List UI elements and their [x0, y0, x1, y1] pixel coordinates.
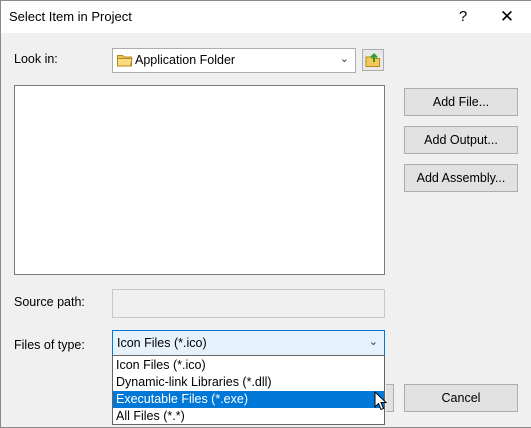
mouse-pointer-icon — [374, 391, 388, 411]
files-of-type-combobox[interactable]: Icon Files (*.ico) ⌄ — [112, 330, 385, 356]
files-of-type-value: Icon Files (*.ico) — [117, 336, 207, 350]
look-in-combobox[interactable]: Application Folder ⌄ — [112, 48, 356, 73]
cancel-button[interactable]: Cancel — [404, 384, 518, 412]
window-title: Select Item in Project — [9, 9, 132, 24]
help-button[interactable]: ? — [443, 3, 483, 31]
add-file-button[interactable]: Add File... — [404, 88, 518, 116]
source-path-field[interactable] — [112, 289, 385, 318]
add-output-button[interactable]: Add Output... — [404, 126, 518, 154]
up-folder-button[interactable] — [362, 49, 384, 71]
up-folder-icon — [365, 53, 380, 67]
title-bar: Select Item in Project ? ✕ — [1, 1, 531, 33]
dropdown-option[interactable]: Icon Files (*.ico) — [113, 357, 384, 374]
chevron-down-icon[interactable]: ⌄ — [369, 335, 378, 348]
source-path-label: Source path: — [14, 295, 85, 309]
close-button[interactable]: ✕ — [487, 3, 527, 31]
files-of-type-dropdown: Icon Files (*.ico) Dynamic-link Librarie… — [112, 355, 385, 425]
file-list[interactable] — [14, 85, 385, 275]
dropdown-option[interactable]: Dynamic-link Libraries (*.dll) — [113, 374, 384, 391]
select-item-dialog: Select Item in Project ? ✕ Look in: Appl… — [0, 0, 531, 428]
files-of-type-label: Files of type: — [14, 338, 85, 352]
dropdown-option[interactable]: All Files (*.*) — [113, 408, 384, 425]
add-assembly-button[interactable]: Add Assembly... — [404, 164, 518, 192]
folder-icon — [117, 55, 133, 67]
look-in-value: Application Folder — [135, 53, 236, 67]
dropdown-option-highlighted[interactable]: Executable Files (*.exe) — [113, 391, 384, 408]
chevron-down-icon[interactable]: ⌄ — [340, 52, 349, 65]
look-in-label: Look in: — [14, 52, 58, 66]
